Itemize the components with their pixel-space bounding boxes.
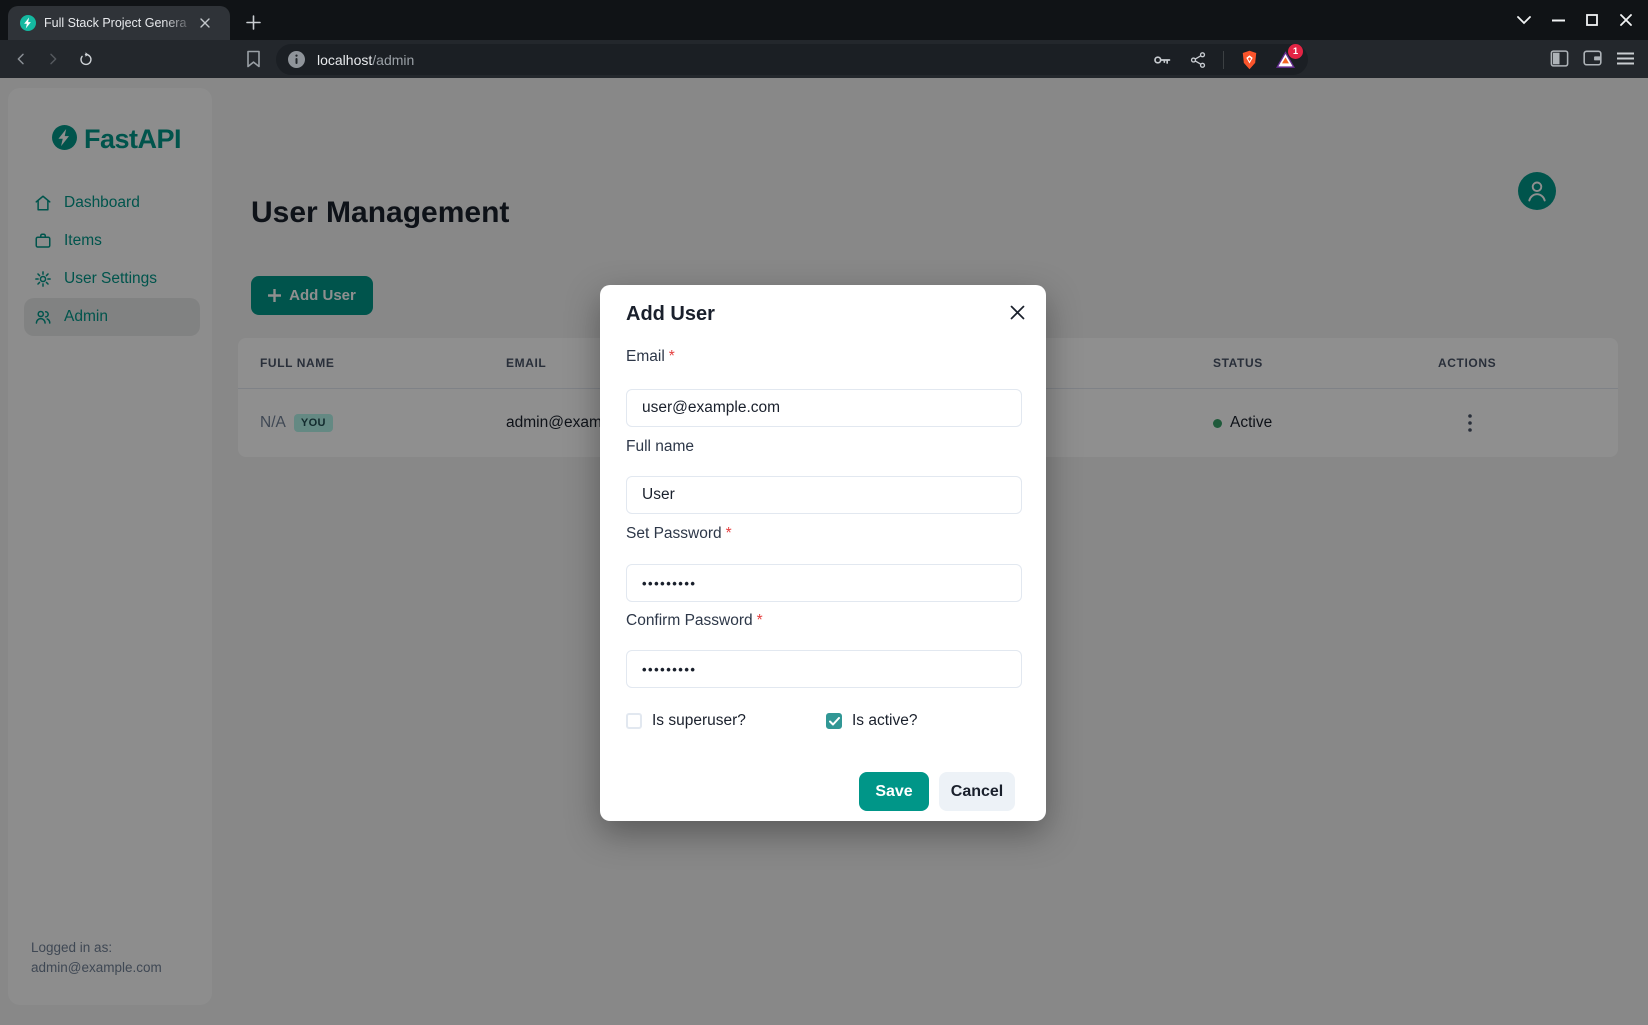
divider [1223, 51, 1224, 69]
url-path: /admin [372, 52, 414, 68]
modal-title: Add User [626, 303, 715, 326]
required-marker: * [726, 525, 732, 542]
required-marker: * [669, 348, 675, 365]
modal-buttons: Save Cancel [859, 772, 1015, 811]
confirm-password-field[interactable] [626, 650, 1022, 688]
minimize-button[interactable] [1546, 8, 1570, 32]
is-superuser-checkbox[interactable]: Is superuser? [626, 712, 746, 730]
full-name-field[interactable] [626, 476, 1022, 514]
browser-window: Full Stack Project Genera [0, 0, 1648, 1025]
wallet-icon[interactable] [1581, 47, 1603, 69]
toolbar-right [1548, 47, 1636, 69]
url-host: localhost [317, 52, 372, 68]
url-bar[interactable]: localhost/admin 1 [276, 44, 1308, 75]
close-window-button[interactable] [1614, 8, 1638, 32]
set-password-field-label: Set Password [626, 525, 722, 542]
back-icon[interactable] [9, 47, 33, 71]
checkmark-icon [829, 717, 840, 726]
menu-hamburger-icon[interactable] [1614, 47, 1636, 69]
full-name-field-label-row: Full name [626, 438, 1022, 456]
confirm-password-field-label-row: Confirm Password* [626, 612, 1022, 630]
set-password-field[interactable] [626, 564, 1022, 602]
url-actions: 1 [1151, 49, 1296, 71]
brave-rewards-icon[interactable]: 1 [1274, 49, 1296, 71]
password-key-icon[interactable] [1151, 49, 1173, 71]
forward-icon[interactable] [41, 47, 65, 71]
tab-search-chevron-icon[interactable] [1512, 8, 1536, 32]
modal-close-icon[interactable] [1000, 295, 1034, 329]
email-field[interactable] [626, 389, 1022, 427]
email-field-label: Email [626, 348, 665, 365]
tab-close-icon[interactable] [196, 14, 214, 32]
is-superuser-label: Is superuser? [652, 712, 746, 730]
maximize-button[interactable] [1580, 8, 1604, 32]
browser-tab[interactable]: Full Stack Project Genera [8, 6, 230, 40]
full-name-field-label: Full name [626, 438, 694, 455]
cancel-button[interactable]: Cancel [939, 772, 1015, 811]
email-field-label-row: Email* [626, 348, 1022, 366]
required-marker: * [757, 612, 763, 629]
sidebar-panel-icon[interactable] [1548, 47, 1570, 69]
tab-bar: Full Stack Project Genera [0, 0, 1648, 40]
site-info-icon[interactable] [288, 51, 305, 68]
checkbox-row: Is superuser? Is active? [626, 712, 1022, 732]
tab-title: Full Stack Project Genera [44, 16, 196, 30]
set-password-field-label-row: Set Password* [626, 525, 1022, 543]
rewards-badge: 1 [1288, 44, 1303, 59]
is-active-checkbox[interactable]: Is active? [826, 712, 917, 730]
browser-toolbar: localhost/admin 1 [0, 40, 1648, 78]
window-controls [1512, 0, 1638, 40]
bookmark-icon[interactable] [241, 47, 265, 71]
fastapi-favicon-icon [20, 15, 36, 31]
reload-icon[interactable] [73, 47, 97, 71]
brave-shield-icon[interactable] [1238, 49, 1260, 71]
confirm-password-field-label: Confirm Password [626, 612, 753, 629]
checkbox-checked-icon [826, 713, 842, 729]
new-tab-button[interactable] [240, 9, 266, 35]
share-icon[interactable] [1187, 49, 1209, 71]
add-user-modal: Add User Email* Full name Set Password* … [600, 285, 1046, 821]
save-button[interactable]: Save [859, 772, 929, 811]
is-active-label: Is active? [852, 712, 917, 730]
checkbox-unchecked-icon [626, 713, 642, 729]
